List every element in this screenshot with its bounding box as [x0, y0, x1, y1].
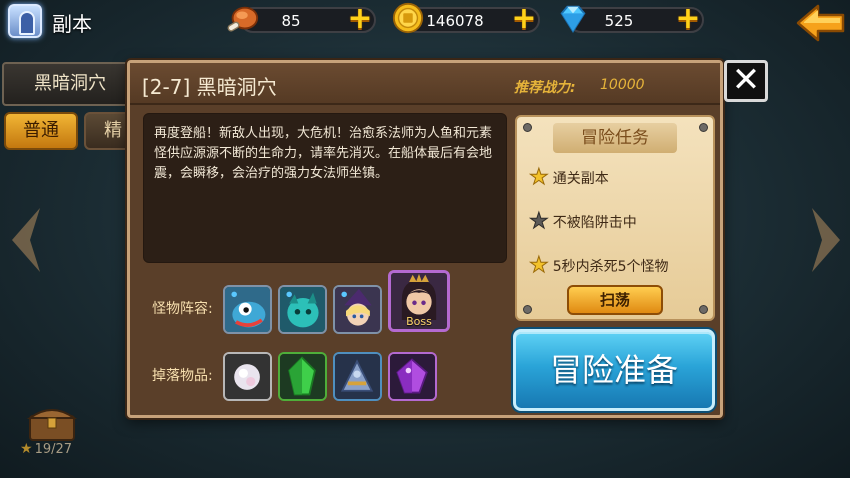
drop-item-pearl[interactable]: [223, 352, 272, 401]
mission-title-banner: 冒险任务: [553, 123, 677, 153]
monster-lineup-label: 怪物阵容:: [152, 301, 213, 317]
dialog-header: [2-7] 黑暗洞穴 推荐战力: 10000: [130, 63, 720, 105]
drop-items-label: 掉落物品:: [152, 368, 213, 384]
add-gold-button[interactable]: +: [508, 4, 540, 35]
sweep-button[interactable]: 扫荡: [567, 285, 663, 315]
purple-gem-icon: [390, 354, 435, 399]
star-progress: ★ 19/27: [20, 441, 72, 457]
boss-tag: Boss: [406, 315, 432, 328]
recommended-power-value: 10000: [600, 77, 645, 93]
mission-title: 冒险任务: [581, 128, 649, 148]
next-chapter-button[interactable]: [806, 204, 846, 276]
dungeon-tab[interactable]: 黑暗洞穴: [2, 62, 138, 106]
mission-panel: 冒险任务 ★ 通关副本 ★ 不被陷阱击中 ★ 5秒内杀死5个怪物 扫荡: [515, 115, 715, 321]
chevron-left-icon: [12, 208, 40, 272]
stamina-counter: 85 +: [240, 4, 376, 35]
page-title: 副本: [52, 12, 92, 36]
star-icon: ★: [20, 441, 33, 457]
mission-text: 不被陷阱击中: [552, 215, 637, 231]
close-dialog-button[interactable]: ✕: [724, 60, 768, 102]
green-elemental-monster-icon: [280, 287, 325, 332]
chevron-right-icon: [812, 208, 840, 272]
treasure-chest-icon[interactable]: [26, 402, 78, 442]
close-icon: ✕: [731, 60, 761, 100]
pin-icon: [699, 123, 708, 132]
diamond-icon: [556, 2, 590, 36]
dungeon-portal-icon: [8, 4, 42, 38]
armor-gear-icon: [335, 354, 380, 399]
stage-description: 再度登船！新敌人出现，大危机！治愈系法师为人鱼和元素怪供应源源不断的生命力，请率…: [143, 113, 507, 263]
drop-item-equipment[interactable]: [333, 352, 382, 401]
pin-icon: [699, 305, 708, 314]
adventure-ready-button[interactable]: 冒险准备: [513, 329, 715, 411]
drop-item-emerald[interactable]: [278, 352, 327, 401]
monster-slot-elemental[interactable]: [278, 285, 327, 334]
mission-text: 5秒内杀死5个怪物: [552, 259, 669, 275]
monster-slot-fishman[interactable]: [223, 285, 272, 334]
stage-title: [2-7] 黑暗洞穴: [142, 75, 277, 99]
monster-slot-boss[interactable]: Boss: [388, 270, 450, 332]
blue-fish-monster-icon: [225, 287, 270, 332]
previous-chapter-button[interactable]: [6, 204, 46, 276]
green-crystal-icon: [280, 354, 325, 399]
gold-coin-icon: [391, 1, 425, 35]
mission-item: ★ 不被陷阱击中: [529, 209, 637, 234]
tab-normal[interactable]: 普通: [4, 112, 78, 150]
back-button[interactable]: [796, 4, 846, 42]
mission-item: ★ 5秒内杀死5个怪物: [529, 253, 669, 278]
pin-icon: [523, 123, 532, 132]
meat-icon: [226, 2, 260, 36]
recommended-power-label: 推荐战力:: [514, 80, 576, 96]
mission-item: ★ 通关副本: [529, 165, 609, 190]
pearl-icon: [225, 354, 270, 399]
mission-text: 通关副本: [552, 171, 609, 187]
stage-dialog: [2-7] 黑暗洞穴 推荐战力: 10000 再度登船！新敌人出现，大危机！治愈…: [127, 60, 723, 418]
drop-item-amethyst[interactable]: [388, 352, 437, 401]
star-progress-value: 19/27: [34, 442, 73, 457]
monster-slot-healer-mage[interactable]: [333, 285, 382, 334]
star-filled-icon: ★: [529, 165, 550, 190]
back-arrow-icon: [796, 4, 845, 42]
add-stamina-button[interactable]: +: [344, 4, 376, 35]
healer-mage-monster-icon: [335, 287, 380, 332]
pin-icon: [523, 305, 532, 314]
star-empty-icon: ★: [529, 209, 550, 234]
add-gem-button[interactable]: +: [672, 4, 704, 35]
star-filled-icon: ★: [529, 253, 550, 278]
